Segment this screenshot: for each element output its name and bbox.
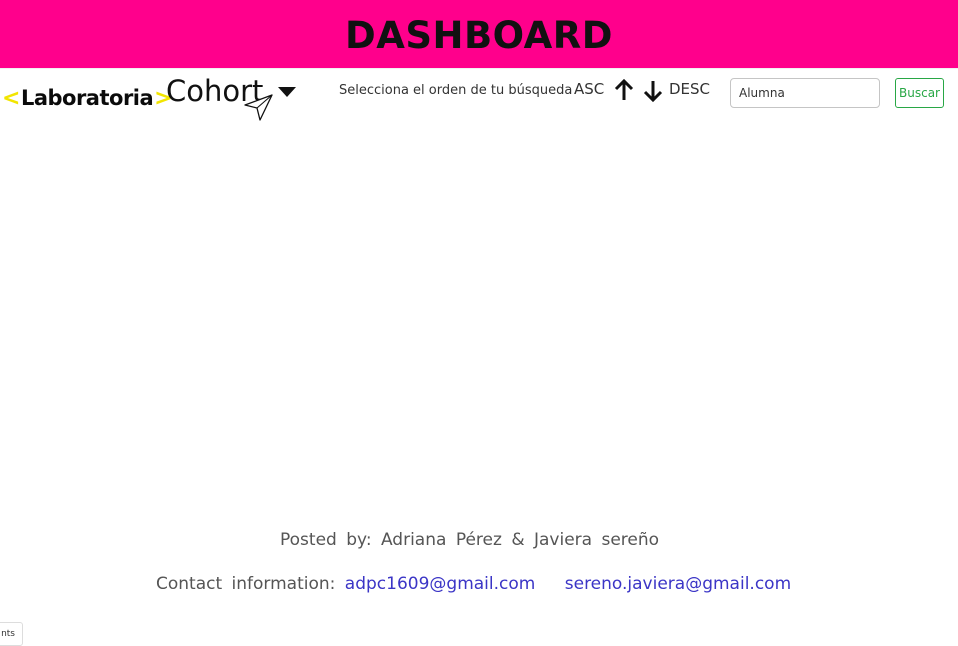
arrow-up-icon[interactable] [613,78,635,102]
caret-down-icon [278,87,297,97]
logo-text: Laboratoria [20,86,154,110]
corner-tab[interactable]: nts [0,622,23,646]
top-banner: DASHBOARD [0,0,958,68]
mouse-pointer-icon [244,94,273,121]
posted-by-text: Posted by: Adriana Pérez & Javiera sereñ… [280,530,660,550]
contact-label: Contact information: [156,574,336,594]
arrow-down-icon[interactable] [642,79,664,103]
logo-left-bracket: < [2,85,20,111]
search-button[interactable]: Buscar [895,78,944,108]
navbar: < Laboratoria > Cohort Selecciona el ord… [0,68,958,121]
search-input[interactable] [730,78,880,108]
cohort-dropdown[interactable]: Cohort [166,73,297,109]
dashboard-page: DASHBOARD < Laboratoria > Cohort Selecci… [0,0,958,646]
email-link-1[interactable]: adpc1609@gmail.com [345,574,536,594]
email-link-2[interactable]: sereno.javiera@gmail.com [565,574,791,594]
laboratoria-logo[interactable]: < Laboratoria > [1,83,173,113]
contact-information: Contact information: adpc1609@gmail.com … [156,574,791,594]
order-prompt: Selecciona el orden de tu búsqueda [339,83,573,98]
sort-asc-label: ASC [574,80,605,98]
page-title: DASHBOARD [345,13,613,57]
sort-desc-label: DESC [669,80,711,98]
